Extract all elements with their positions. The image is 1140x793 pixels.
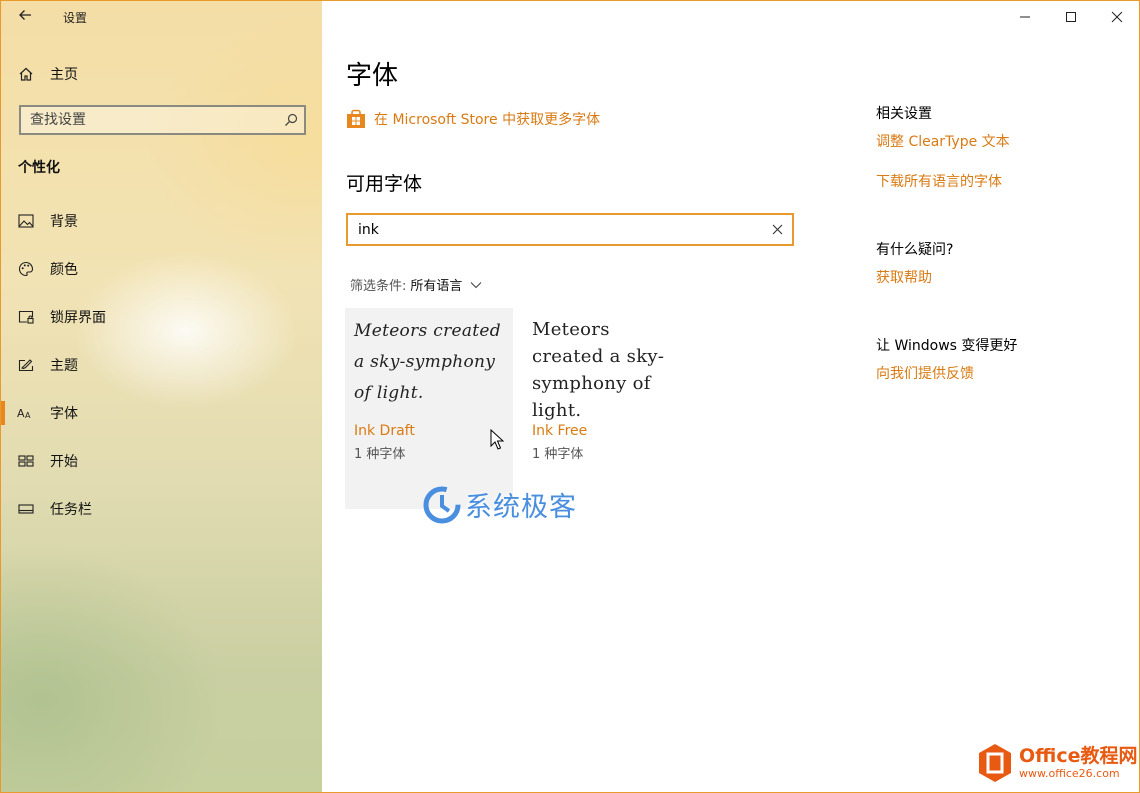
- sidebar-item-themes[interactable]: 主题: [1, 341, 322, 389]
- font-icon: AA: [16, 403, 36, 423]
- font-search-input[interactable]: [358, 221, 762, 238]
- close-icon: [772, 224, 782, 235]
- office-logo-icon: [979, 744, 1011, 782]
- sidebar-item-fonts[interactable]: AA 字体: [1, 389, 322, 437]
- settings-search-box[interactable]: [19, 105, 306, 135]
- sidebar-nav: 背景 颜色 锁屏界面 主题 A A 字体 开始 任务栏: [1, 197, 322, 533]
- start-icon: [16, 451, 36, 471]
- maximize-button[interactable]: [1048, 1, 1094, 33]
- sidebar: 设置 主页 个性化 背景: [1, 1, 322, 792]
- sidebar-item-label: 主页: [50, 67, 78, 83]
- font-card-ink-free[interactable]: Meteors created a sky-symphony of light.…: [523, 308, 691, 509]
- store-bag-icon: [347, 109, 365, 128]
- font-count: 1 种字体: [354, 447, 406, 462]
- lock-screen-icon: [16, 307, 36, 327]
- svg-text:A: A: [25, 411, 31, 420]
- filter-label: 筛选条件:: [350, 279, 407, 294]
- search-icon[interactable]: [278, 113, 304, 127]
- related-settings-title: 相关设置: [876, 106, 932, 122]
- language-filter[interactable]: 筛选条件: 所有语言: [350, 275, 484, 294]
- questions-title: 有什么疑问?: [876, 242, 954, 258]
- watermark-corner: Office教程网 www.office26.com: [977, 743, 1138, 783]
- main-content: 字体 在 Microsoft Store 中获取更多字体 可用字体 筛选条件: …: [322, 1, 1139, 792]
- font-name: Ink Free: [532, 423, 588, 439]
- font-sample-text: Meteors created a sky-symphony of light.: [532, 319, 665, 421]
- get-help-link[interactable]: 获取帮助: [876, 267, 932, 287]
- svg-text:A: A: [17, 407, 25, 420]
- sidebar-item-start[interactable]: 开始: [1, 437, 322, 485]
- sidebar-item-label: 字体: [50, 406, 78, 422]
- sidebar-item-taskbar[interactable]: 任务栏: [1, 485, 322, 533]
- sidebar-item-label: 锁屏界面: [50, 310, 106, 326]
- sidebar-item-background[interactable]: 背景: [1, 197, 322, 245]
- sidebar-item-lockscreen[interactable]: 锁屏界面: [1, 293, 322, 341]
- minimize-icon: [1020, 16, 1030, 18]
- download-fonts-link[interactable]: 下载所有语言的字体: [876, 171, 1002, 191]
- taskbar-icon: [16, 499, 36, 519]
- app-title: 设置: [63, 11, 88, 25]
- store-link[interactable]: 在 Microsoft Store 中获取更多字体: [346, 109, 600, 129]
- picture-icon: [16, 211, 36, 231]
- sidebar-item-label: 背景: [50, 214, 78, 230]
- sidebar-item-label: 任务栏: [50, 502, 92, 518]
- sidebar-item-label: 主题: [50, 358, 78, 374]
- font-count: 1 种字体: [532, 447, 584, 462]
- arrow-left-icon: [19, 10, 31, 20]
- close-icon: [1111, 11, 1123, 23]
- font-sample-text: Meteors created a sky-symphony of light.: [354, 321, 501, 403]
- watermark-center: 系统极客: [423, 485, 577, 524]
- sidebar-item-label: 颜色: [50, 262, 78, 278]
- chevron-down-icon: [470, 278, 484, 292]
- font-card-ink-draft[interactable]: Meteors created a sky-symphony of light.…: [345, 308, 513, 509]
- watermark-site-url: www.office26.com: [1019, 767, 1120, 780]
- sidebar-item-label: 开始: [50, 454, 78, 470]
- font-name: Ink Draft: [354, 423, 415, 439]
- font-search-box[interactable]: [346, 213, 794, 246]
- palette-icon: [16, 259, 36, 279]
- back-button[interactable]: [13, 7, 37, 27]
- minimize-button[interactable]: [1002, 1, 1048, 33]
- maximize-icon: [1066, 12, 1076, 22]
- settings-window: 设置 主页 个性化 背景: [0, 0, 1140, 793]
- feedback-link[interactable]: 向我们提供反馈: [876, 363, 974, 383]
- store-link-text: 在 Microsoft Store 中获取更多字体: [374, 112, 601, 128]
- watermark-logo-icon: [423, 486, 461, 523]
- watermark-site-name: Office教程网: [1019, 745, 1138, 767]
- settings-search-input[interactable]: [30, 112, 278, 128]
- improve-windows-title: 让 Windows 变得更好: [876, 338, 1018, 354]
- cleartype-link[interactable]: 调整 ClearType 文本: [876, 131, 1010, 151]
- watermark-text: 系统极客: [465, 492, 577, 523]
- close-button[interactable]: [1094, 1, 1139, 33]
- available-fonts-title: 可用字体: [346, 173, 423, 195]
- section-title: 个性化: [18, 160, 60, 176]
- sidebar-item-colors[interactable]: 颜色: [1, 245, 322, 293]
- home-icon: [16, 64, 36, 84]
- sidebar-item-home[interactable]: 主页: [1, 59, 322, 89]
- clear-search-button[interactable]: [762, 224, 792, 235]
- filter-value: 所有语言: [410, 279, 463, 294]
- theme-icon: [16, 355, 36, 375]
- page-title: 字体: [346, 61, 399, 91]
- mouse-cursor-icon: [490, 429, 504, 450]
